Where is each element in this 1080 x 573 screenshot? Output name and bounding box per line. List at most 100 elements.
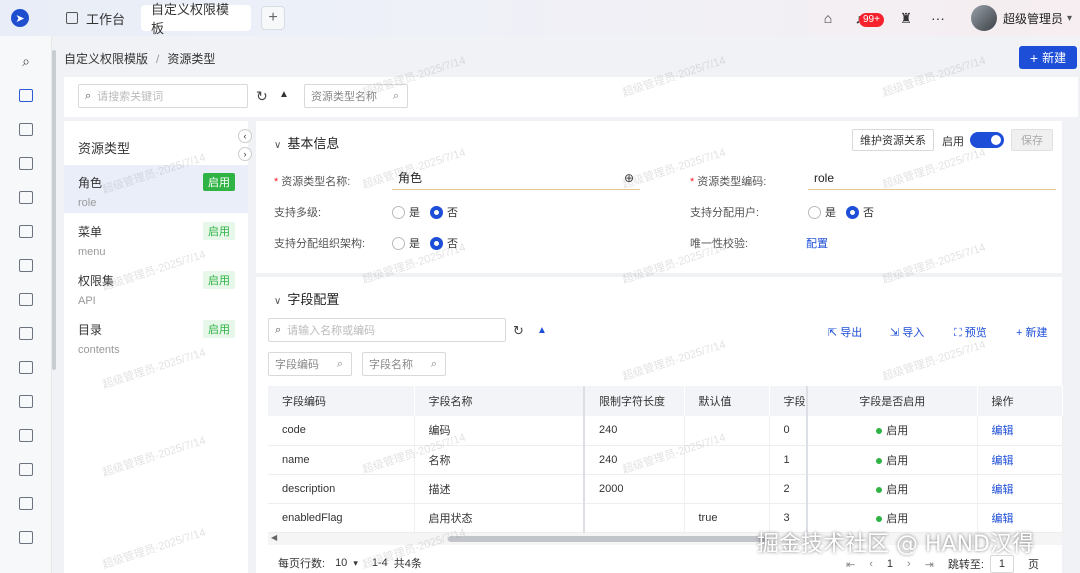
- column-header[interactable]: 字段是否启用: [807, 386, 978, 416]
- column-header[interactable]: 字段: [769, 386, 808, 416]
- column-header[interactable]: 字段名称: [414, 386, 585, 416]
- column-header[interactable]: 操作: [977, 386, 1063, 416]
- next-page-icon[interactable]: ›: [907, 558, 911, 570]
- edit-link[interactable]: 编辑: [992, 455, 1014, 467]
- tab-custom-permission-template[interactable]: 自定义权限模板: [141, 2, 252, 36]
- rail-item-11[interactable]: [0, 418, 52, 452]
- new-field-button[interactable]: + 新建: [1016, 324, 1047, 340]
- username[interactable]: 超级管理员: [1003, 10, 1063, 27]
- refresh-icon[interactable]: ↻: [513, 323, 524, 339]
- rail-item-12[interactable]: [0, 452, 52, 486]
- shirt-icon[interactable]: ♜: [895, 7, 917, 29]
- list-item-directory[interactable]: 目录 contents 启用: [64, 312, 248, 360]
- tab-workbench[interactable]: 工作台: [56, 5, 135, 31]
- rail-item-4[interactable]: [0, 180, 52, 214]
- rail-item-2[interactable]: [0, 112, 52, 146]
- preview-button[interactable]: ⛶ 预览: [954, 324, 987, 340]
- edit-link[interactable]: 编辑: [992, 513, 1014, 525]
- collapse-up-icon[interactable]: ▲: [537, 325, 547, 336]
- cell-name: 名称: [414, 445, 585, 475]
- rail-scrollbar[interactable]: [52, 50, 56, 370]
- collapse-up-icon[interactable]: ▲: [279, 89, 289, 100]
- tab-workbench-label: 工作台: [86, 11, 126, 27]
- first-page-icon[interactable]: ⇤: [846, 558, 855, 571]
- column-header[interactable]: 默认值: [684, 386, 770, 416]
- enable-toggle[interactable]: [970, 132, 1004, 148]
- field-search-input[interactable]: ⌕ 请输入名称或编码: [268, 318, 506, 342]
- refresh-icon[interactable]: ↻: [256, 88, 268, 105]
- multi-level-radio-group: 是 否: [392, 204, 468, 220]
- page-size-select[interactable]: 10: [335, 557, 347, 569]
- radio-yes[interactable]: [392, 205, 405, 219]
- radio-yes[interactable]: [808, 205, 821, 219]
- radio-no[interactable]: [430, 205, 443, 219]
- add-tab-button[interactable]: +: [261, 6, 286, 30]
- last-page-icon[interactable]: ⇥: [925, 558, 934, 571]
- globe-icon[interactable]: ⊕: [624, 168, 634, 188]
- configure-link[interactable]: 配置: [806, 235, 828, 251]
- breadcrumb-current: 资源类型: [167, 52, 216, 66]
- rail-item-5[interactable]: [0, 214, 52, 248]
- field-table: 字段编码 字段名称 限制字符长度 默认值 字段 字段是否启用 操作 code 编…: [268, 386, 1063, 533]
- home-icon[interactable]: ⌂: [817, 7, 839, 29]
- rail-item-13[interactable]: [0, 486, 52, 520]
- resource-type-name-filter[interactable]: 资源类型名称 ⌕: [304, 84, 408, 108]
- edit-link[interactable]: 编辑: [992, 425, 1014, 437]
- scrollbar-thumb[interactable]: [448, 536, 768, 542]
- list-item-permission-set[interactable]: 权限集 API 启用: [64, 263, 248, 311]
- new-resource-type-button[interactable]: + 新建: [1019, 46, 1077, 69]
- field-config-header[interactable]: ∨ 字段配置: [274, 289, 339, 308]
- current-page[interactable]: 1: [887, 558, 893, 570]
- rail-item-10[interactable]: [0, 384, 52, 418]
- rail-item-7[interactable]: [0, 282, 52, 316]
- chevron-down-icon[interactable]: ▾: [1067, 13, 1072, 24]
- scroll-left-icon[interactable]: ◀: [271, 533, 277, 542]
- search-icon: ⌕: [392, 89, 399, 102]
- more-icon[interactable]: ···: [927, 7, 949, 29]
- chevron-right-icon[interactable]: ›: [238, 147, 252, 161]
- save-button[interactable]: 保存: [1011, 129, 1053, 151]
- table-row[interactable]: name 名称 240 1 启用 编辑: [268, 445, 1063, 475]
- radio-no[interactable]: [846, 205, 859, 219]
- export-button[interactable]: ⇱ 导出: [828, 324, 862, 340]
- list-item-menu[interactable]: 菜单 menu 启用: [64, 214, 248, 262]
- field-code-filter[interactable]: 字段编码 ⌕: [268, 352, 352, 376]
- rail-item-6[interactable]: [0, 248, 52, 282]
- radio-no[interactable]: [430, 236, 443, 250]
- radio-yes[interactable]: [392, 236, 405, 250]
- bell-icon[interactable]: ♫99+: [849, 7, 884, 29]
- rail-search[interactable]: ⌕: [0, 44, 52, 78]
- status-badge: 启用: [203, 320, 235, 338]
- column-header[interactable]: 限制字符长度: [584, 386, 685, 416]
- prev-page-icon[interactable]: ‹: [869, 558, 873, 570]
- basic-info-header[interactable]: ∨ 基本信息: [274, 133, 339, 152]
- rail-item-14[interactable]: [0, 520, 52, 554]
- maintain-relations-button[interactable]: 维护资源关系: [852, 129, 934, 151]
- status-dot: [876, 515, 883, 522]
- cell-enabled: 启用: [807, 416, 978, 446]
- rail-item-8[interactable]: [0, 316, 52, 350]
- resource-type-code-field[interactable]: role: [808, 168, 1056, 190]
- list-item-role[interactable]: 角色 role 启用: [64, 165, 248, 213]
- rows-per-page-label: 每页行数:: [278, 558, 326, 570]
- column-header[interactable]: 字段编码: [268, 386, 415, 416]
- resource-type-name-field[interactable]: 角色 ⊕: [392, 168, 640, 190]
- search-icon: ⌕: [430, 357, 437, 370]
- chevron-down-icon[interactable]: ▾: [353, 558, 358, 569]
- chevron-left-icon[interactable]: ‹: [238, 129, 252, 143]
- page-unit: 页: [1027, 559, 1039, 571]
- import-button[interactable]: ⇲ 导入: [890, 324, 924, 340]
- table-row[interactable]: description 描述 2000 2 启用 编辑: [268, 474, 1063, 504]
- rail-item-1[interactable]: [0, 78, 52, 112]
- edit-link[interactable]: 编辑: [992, 484, 1014, 496]
- table-row[interactable]: code 编码 240 0 启用 编辑: [268, 416, 1063, 446]
- keyword-search-input[interactable]: ⌕ 请搜索关键词: [78, 84, 248, 108]
- field-name-filter[interactable]: 字段名称 ⌕: [362, 352, 446, 376]
- unique-check-label: 唯一性校验:: [690, 238, 749, 250]
- avatar[interactable]: [970, 5, 997, 31]
- rail-item-3[interactable]: [0, 146, 52, 180]
- rail-item-9[interactable]: [0, 350, 52, 384]
- breadcrumb-parent[interactable]: 自定义权限模版: [64, 52, 148, 66]
- app-logo[interactable]: ➤: [0, 0, 40, 36]
- search-icon: ⌕: [85, 89, 92, 102]
